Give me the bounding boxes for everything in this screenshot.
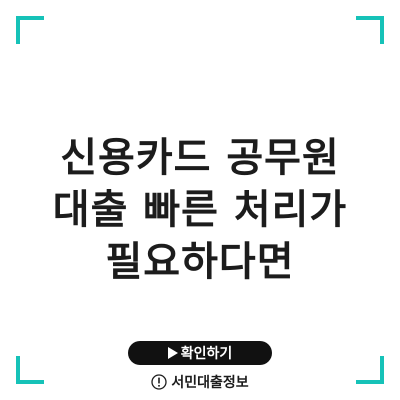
headline-line-1: 신용카드 공무원: [60, 135, 340, 181]
headline: 신용카드 공무원 대출 빠른 처리가 필요하다면: [0, 132, 400, 288]
corner-frame-top-left: [16, 16, 44, 44]
source-label: 서민대출정보: [171, 375, 249, 391]
source-credit: 서민대출정보: [0, 372, 400, 392]
exclamation-circle-icon: [151, 374, 168, 390]
confirm-button[interactable]: 확인하기: [128, 341, 272, 365]
headline-line-3: 필요하다면: [105, 239, 295, 285]
corner-frame-top-right: [356, 16, 384, 44]
headline-line-2: 대출 빠른 처리가: [52, 187, 348, 233]
confirm-button-label: 확인하기: [180, 346, 233, 362]
play-triangle-icon: [167, 347, 178, 359]
